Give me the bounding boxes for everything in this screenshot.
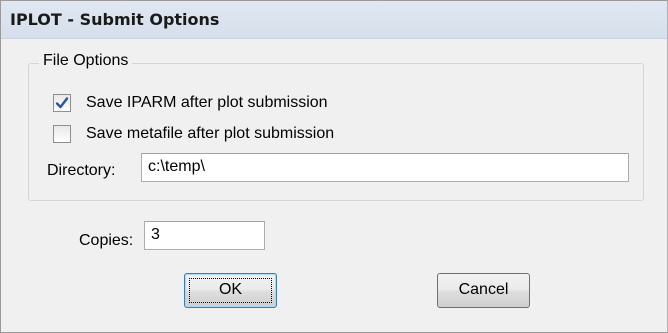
focus-rectangle: [189, 278, 272, 303]
cancel-button[interactable]: Cancel: [437, 273, 530, 308]
dialog-title: IPLOT - Submit Options: [10, 10, 220, 29]
copies-input[interactable]: 3: [144, 221, 265, 250]
save-iparm-label: Save IPARM after plot submission: [86, 94, 328, 111]
ok-button[interactable]: OK: [184, 273, 277, 308]
file-options-legend: File Options: [39, 52, 133, 70]
copies-label: Copies:: [79, 232, 134, 249]
save-metafile-option[interactable]: Save metafile after plot submission: [53, 122, 334, 146]
title-bar[interactable]: IPLOT - Submit Options: [1, 1, 667, 39]
save-iparm-checkbox[interactable]: [53, 94, 71, 112]
checkmark-icon: [55, 97, 69, 109]
directory-input[interactable]: c:\temp\: [141, 153, 629, 182]
save-metafile-label: Save metafile after plot submission: [86, 125, 335, 142]
directory-label: Directory:: [47, 162, 116, 179]
cancel-button-label: Cancel: [458, 281, 509, 298]
submit-options-dialog: IPLOT - Submit Options File Options Save…: [0, 0, 668, 333]
save-metafile-checkbox[interactable]: [53, 125, 71, 143]
save-iparm-option[interactable]: Save IPARM after plot submission: [53, 91, 328, 115]
